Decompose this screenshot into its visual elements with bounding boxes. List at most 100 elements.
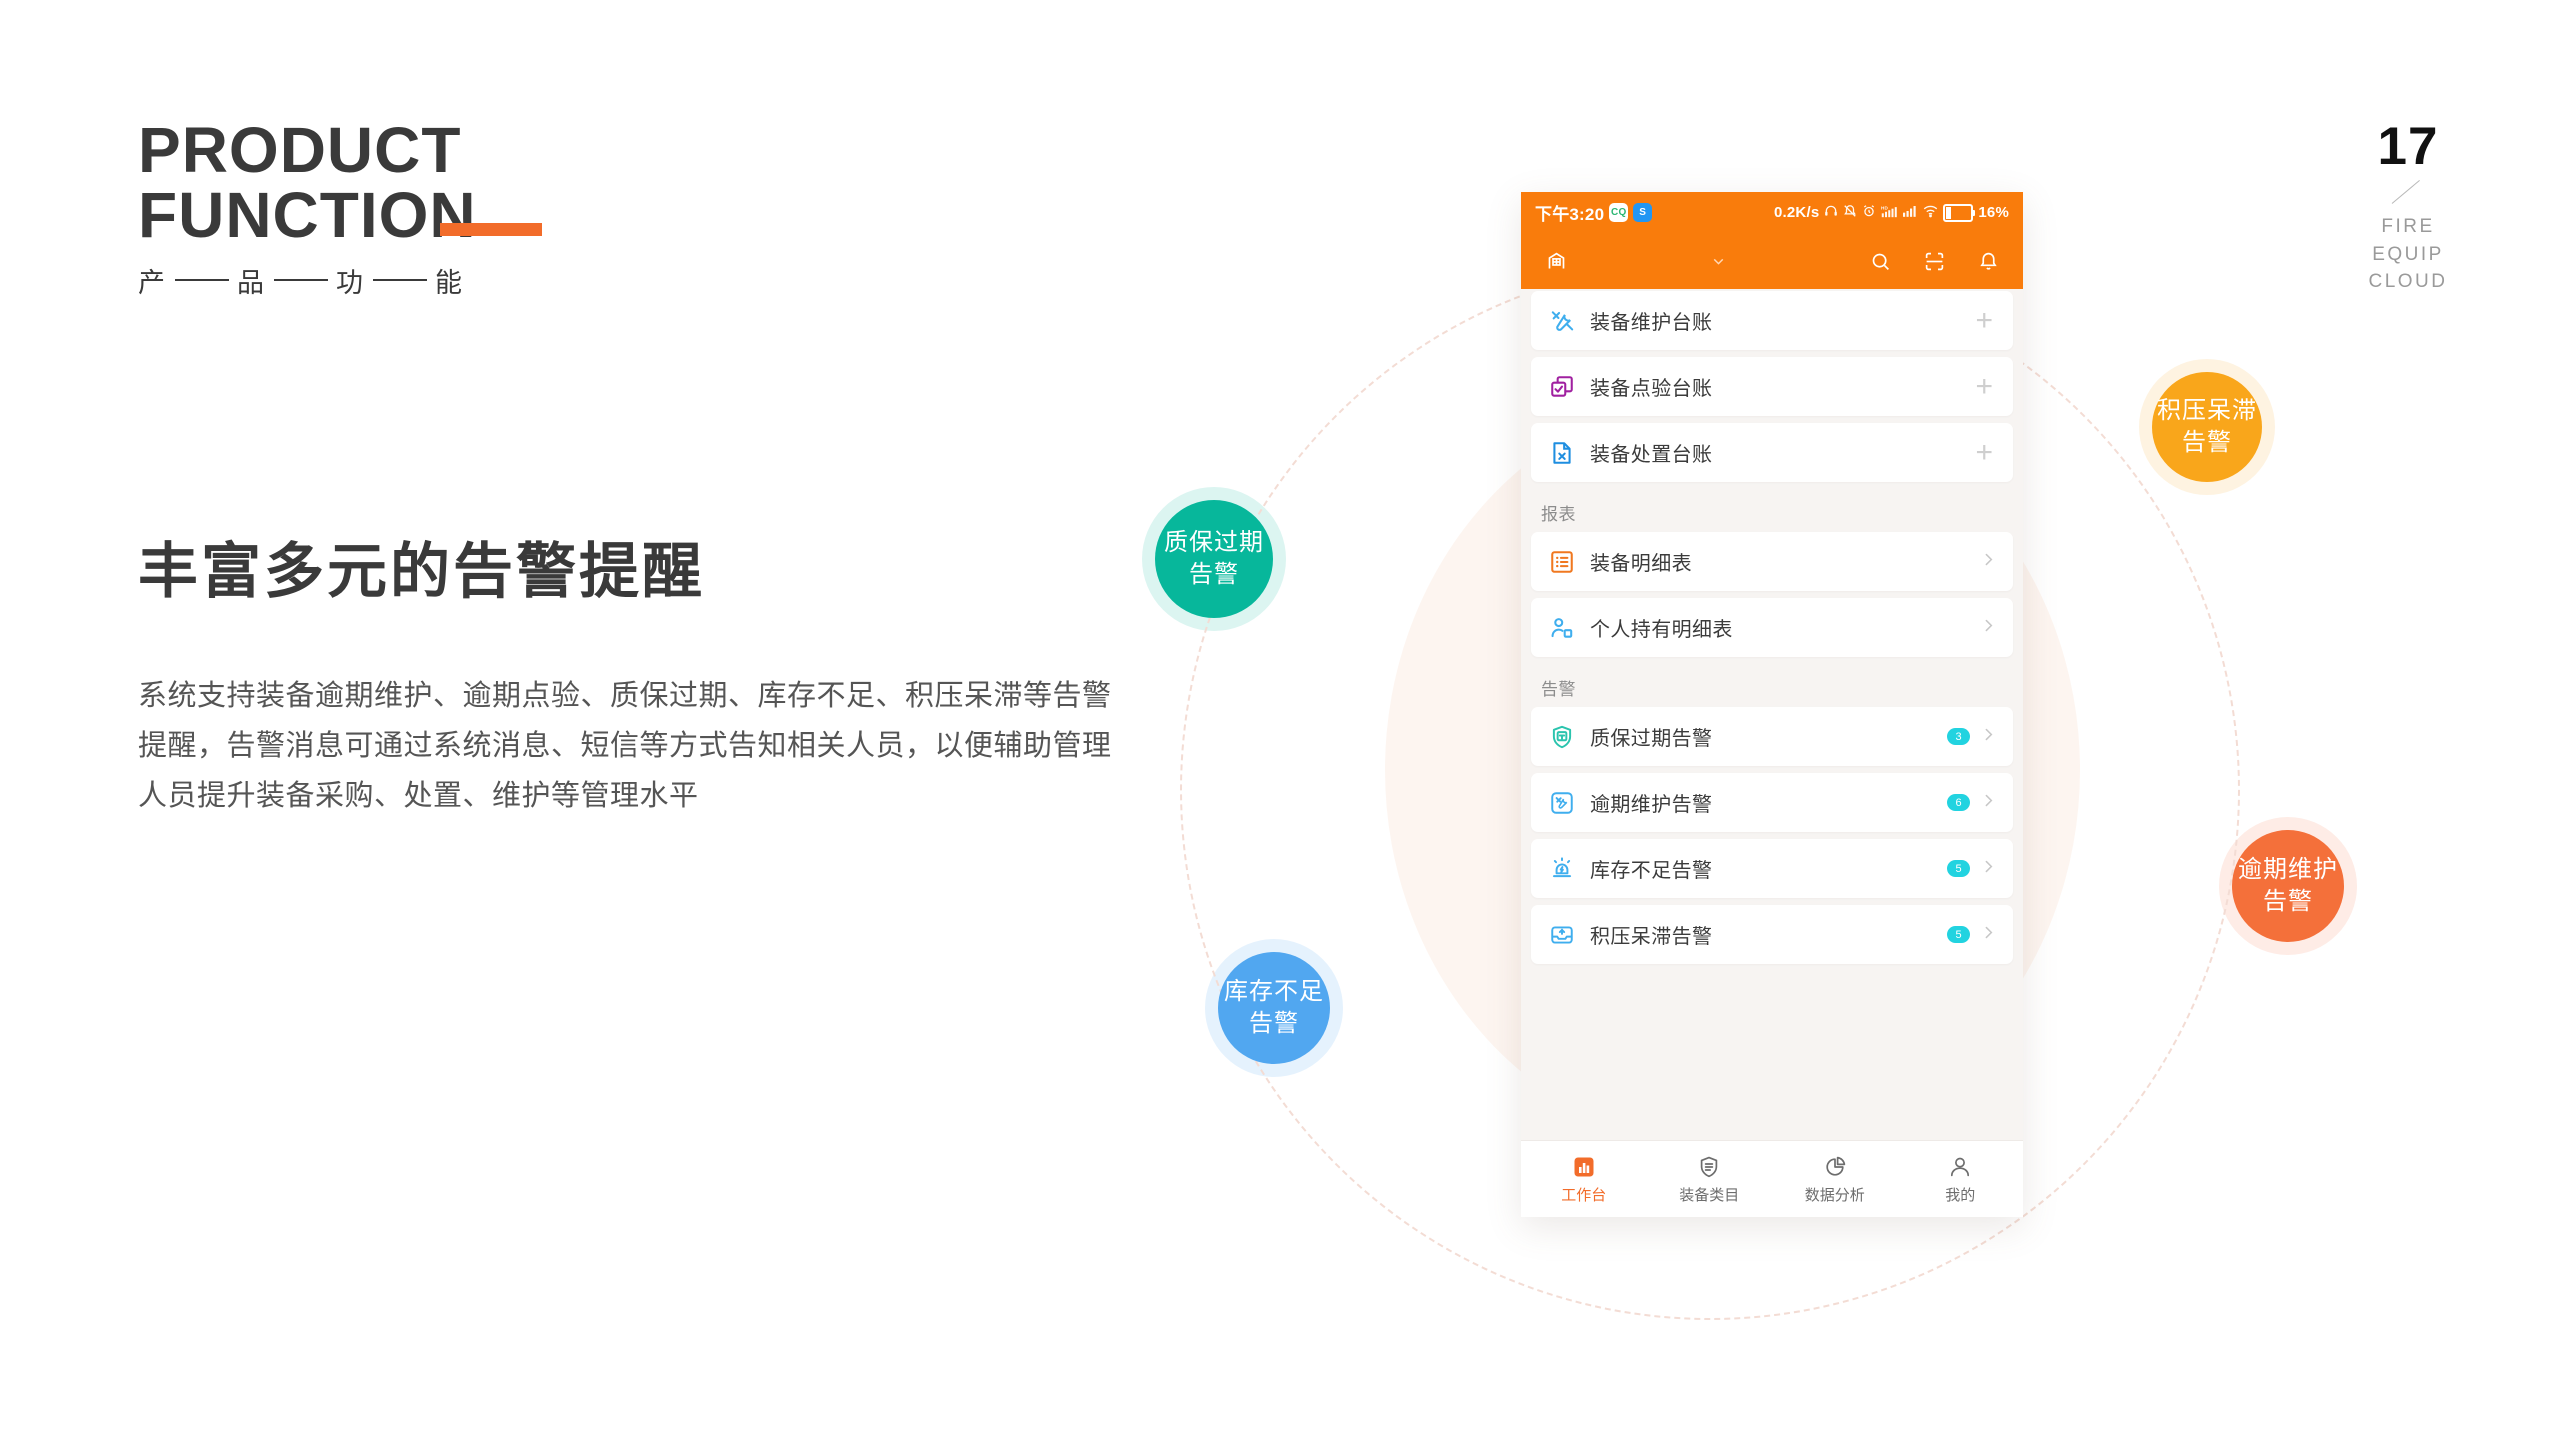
brand-label: FIRE EQUIP CLOUD bbox=[2348, 213, 2468, 296]
tab-mine[interactable]: 我的 bbox=[1898, 1154, 2024, 1205]
person-box-icon bbox=[1547, 613, 1577, 643]
list-item-label: 装备点验台账 bbox=[1590, 378, 1713, 400]
bubble-overdue-maintenance: 逾期维护 告警 bbox=[2219, 817, 2357, 955]
list-item-label: 逾期维护告警 bbox=[1590, 794, 1713, 816]
list-item-label: 装备明细表 bbox=[1590, 553, 1692, 575]
list-item[interactable]: 库存不足告警 5 bbox=[1531, 839, 2013, 898]
bubble-warranty-expired: 质保过期 告警 bbox=[1142, 487, 1286, 631]
section-title-alerts: 告警 bbox=[1541, 680, 1576, 699]
file-x-icon bbox=[1547, 438, 1577, 468]
list-item-label: 库存不足告警 bbox=[1590, 860, 1713, 882]
list-box-icon bbox=[1547, 547, 1577, 577]
list-item[interactable]: 装备处置台账 + bbox=[1531, 423, 2013, 482]
slash-divider-icon bbox=[2388, 179, 2428, 207]
status-badge: 5 bbox=[1947, 860, 1970, 877]
add-icon[interactable]: + bbox=[1975, 371, 1997, 402]
search-icon[interactable] bbox=[1865, 246, 1895, 276]
chevron-right-icon bbox=[1980, 792, 1997, 814]
pie-chart-icon bbox=[1823, 1154, 1847, 1180]
tools-icon bbox=[1547, 306, 1577, 336]
tools-box-icon bbox=[1547, 788, 1577, 818]
bubble-label-line1: 积压呆滞 bbox=[2157, 397, 2257, 425]
headphone-icon bbox=[1824, 204, 1838, 222]
tab-data-analysis[interactable]: 数据分析 bbox=[1772, 1154, 1898, 1205]
tab-label: 我的 bbox=[1945, 1186, 1976, 1204]
add-icon[interactable]: + bbox=[1975, 305, 1997, 336]
network-speed: 0.2K/s bbox=[1773, 204, 1820, 221]
status-time: 下午3:20 bbox=[1535, 205, 1605, 224]
list-item[interactable]: 质保过期告警 3 bbox=[1531, 707, 2013, 766]
bubble-low-stock: 库存不足 告警 bbox=[1205, 939, 1343, 1077]
add-icon[interactable]: + bbox=[1975, 437, 1997, 468]
list-item-label: 装备维护台账 bbox=[1590, 312, 1713, 334]
chevron-right-icon bbox=[1980, 617, 1997, 639]
kicker-dash bbox=[373, 279, 427, 282]
list-item[interactable]: 逾期维护告警 6 bbox=[1531, 773, 2013, 832]
tab-workbench[interactable]: 工作台 bbox=[1521, 1154, 1647, 1205]
battery-icon bbox=[1943, 203, 1976, 222]
alarm-clock-icon bbox=[1862, 204, 1876, 222]
cellular-signal-icon bbox=[1903, 204, 1918, 222]
battery-percent: 16% bbox=[1978, 204, 2009, 221]
wifi-icon bbox=[1923, 204, 1938, 222]
page-title: 丰富多元的告警提醒 bbox=[138, 538, 705, 605]
building-icon[interactable] bbox=[1541, 246, 1571, 276]
kicker-line-2-wrap: FUNCTION bbox=[138, 183, 542, 248]
bubble-label-line1: 库存不足 bbox=[1224, 978, 1324, 1006]
status-bar-right: 0.2K/s HD 16% bbox=[1773, 203, 2009, 222]
list-item[interactable]: 装备维护台账 + bbox=[1531, 291, 2013, 350]
phone-mockup: 下午3:20 CQ S 0.2K/s HD 16% 装备维护台账 + 装备点验台… bbox=[1521, 192, 2023, 1217]
section-title-reports: 报表 bbox=[1541, 505, 1576, 524]
chevron-right-icon bbox=[1980, 726, 1997, 748]
brand-label-line-2: EQUIP bbox=[2372, 243, 2444, 265]
bar-chart-icon bbox=[1572, 1154, 1596, 1180]
list-item-label: 质保过期告警 bbox=[1590, 728, 1713, 750]
accent-strike-bar bbox=[440, 223, 542, 237]
list-item[interactable]: 装备点验台账 + bbox=[1531, 357, 2013, 416]
kicker-line-2: FUNCTION bbox=[138, 179, 477, 252]
person-icon bbox=[1948, 1154, 1972, 1180]
bubble-label-line1: 质保过期 bbox=[1164, 529, 1264, 557]
hd-signal-icon: HD bbox=[1881, 204, 1898, 222]
bubble-label-line2: 告警 bbox=[1249, 1010, 1299, 1037]
chevron-right-icon bbox=[1980, 924, 1997, 946]
tab-label: 工作台 bbox=[1561, 1186, 1607, 1204]
kicker-cn-char-0: 产 bbox=[138, 267, 167, 298]
kicker-chinese: 产品功能 bbox=[138, 261, 1138, 300]
page-description: 系统支持装备逾期维护、逾期点验、质保过期、库存不足、积压呆滞等告警提醒，告警消息… bbox=[138, 680, 1112, 812]
brand-label-line-3: CLOUD bbox=[2368, 271, 2448, 293]
list-item[interactable]: 装备明细表 bbox=[1531, 532, 2013, 591]
bell-icon[interactable] bbox=[1973, 246, 2003, 276]
shield-bao-icon bbox=[1547, 722, 1577, 752]
status-badge: 6 bbox=[1947, 794, 1970, 811]
scan-icon[interactable] bbox=[1919, 246, 1949, 276]
chevron-down-icon[interactable] bbox=[1706, 249, 1730, 273]
list-item[interactable]: 积压呆滞告警 5 bbox=[1531, 905, 2013, 964]
page-number-block: 17 FIRE EQUIP CLOUD bbox=[2348, 120, 2468, 296]
kicker-cn-char-1: 品 bbox=[237, 267, 266, 298]
notification-app-icon-2: S bbox=[1633, 203, 1653, 222]
kicker-dash bbox=[175, 279, 229, 282]
status-bar: 下午3:20 CQ S 0.2K/s HD 16% bbox=[1521, 192, 2023, 233]
shield-list-icon bbox=[1697, 1154, 1721, 1180]
kicker-cn-char-3: 能 bbox=[435, 267, 464, 298]
slide-heading-block: PRODUCT FUNCTION 产 品 功 能 bbox=[138, 117, 1138, 300]
list-item[interactable]: 个人持有明细表 bbox=[1531, 598, 2013, 657]
status-badge: 5 bbox=[1947, 926, 1970, 943]
tab-label: 数据分析 bbox=[1804, 1186, 1865, 1204]
bubble-label-line2: 告警 bbox=[1189, 561, 1239, 588]
chevron-right-icon bbox=[1980, 551, 1997, 573]
bubble-overstock-idle: 积压呆滞 告警 bbox=[2139, 359, 2275, 495]
workbench-screen: 装备维护台账 + 装备点验台账 + 装备处置台账 + 报表 装备明细表 个人持有… bbox=[1521, 289, 2023, 1140]
tab-label: 装备类目 bbox=[1679, 1186, 1740, 1204]
checkbox-copy-icon bbox=[1547, 372, 1577, 402]
kicker-cn-char-2: 功 bbox=[336, 267, 365, 298]
tab-equipment-category[interactable]: 装备类目 bbox=[1647, 1154, 1773, 1205]
bottom-tab-bar: 工作台 装备类目 数据分析 我的 bbox=[1521, 1140, 2023, 1217]
chevron-right-icon bbox=[1980, 858, 1997, 880]
kicker-dash bbox=[274, 279, 328, 282]
inbox-icon bbox=[1547, 920, 1577, 950]
siren-icon bbox=[1547, 854, 1577, 884]
notification-app-icon-1: CQ bbox=[1609, 203, 1629, 222]
app-bar bbox=[1521, 233, 2023, 289]
